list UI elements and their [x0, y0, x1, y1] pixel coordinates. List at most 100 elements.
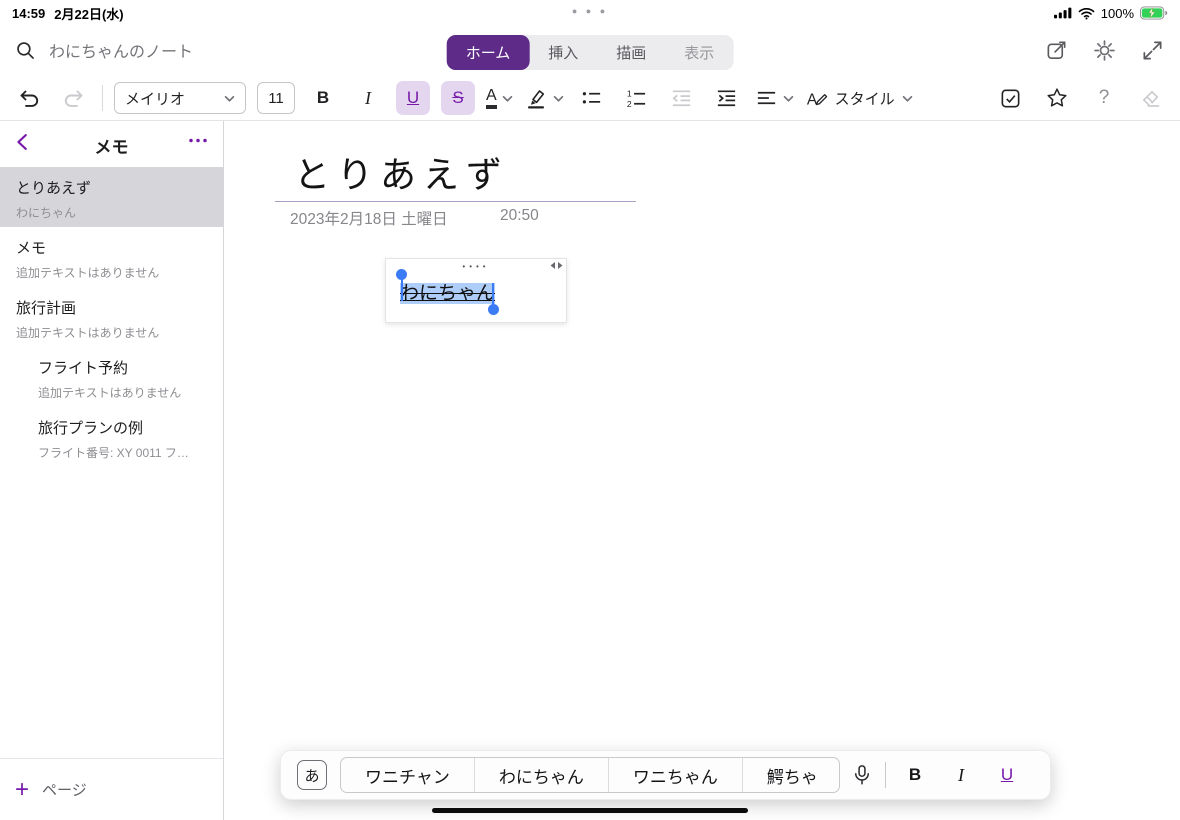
- suggestion-strip: ワニチャン わにちゃん ワニちゃん 鰐ちゃ: [340, 757, 840, 793]
- alignment-button[interactable]: [755, 87, 794, 110]
- expand-fullscreen-icon[interactable]: [1141, 39, 1164, 62]
- note-canvas[interactable]: とりあえず 2023年2月18日 土曜日 20:50 •••• わにちゃん: [225, 121, 1180, 820]
- ribbon-right-group: ?: [993, 81, 1168, 115]
- sidebar-header: メモ: [0, 121, 223, 165]
- strikethrough-button[interactable]: S: [441, 81, 475, 115]
- shortcut-bar-divider: [885, 762, 886, 788]
- suggestion-candidate[interactable]: ワニちゃん: [608, 758, 742, 792]
- battery-percent: 100%: [1101, 6, 1134, 21]
- add-page-button[interactable]: + ページ: [0, 758, 223, 820]
- todo-tag-icon[interactable]: [993, 81, 1027, 115]
- tab-view[interactable]: 表示: [665, 35, 733, 70]
- star-tag-icon[interactable]: [1040, 81, 1074, 115]
- page-title[interactable]: とりあえず: [294, 146, 509, 198]
- nav-bar: わにちゃんのノート ホーム 挿入 描画 表示: [0, 24, 1180, 76]
- page-item-title: メモ: [16, 237, 207, 258]
- svg-text:1: 1: [627, 88, 632, 98]
- page-item-subtitle: 追加テキストはありません: [16, 264, 207, 281]
- tab-home[interactable]: ホーム: [447, 35, 530, 70]
- highlighter-icon: [524, 86, 548, 110]
- search-icon[interactable]: [15, 40, 36, 61]
- page-item-subtitle: わにちゃん: [16, 204, 207, 221]
- page-item-title: フライト予約: [38, 357, 207, 378]
- sidebar-page-item[interactable]: 旅行プランの例 フライト番号: XY 0011 フ…: [0, 407, 223, 467]
- note-text-block[interactable]: わにちゃん: [386, 274, 566, 309]
- onenote-app-screen: 14:59 2月22日(水) ● ● ● 100% わにちゃんのノート ホーム: [0, 0, 1180, 820]
- redo-icon[interactable]: [57, 81, 91, 115]
- status-right: 100%: [1054, 6, 1168, 21]
- sidebar-page-item[interactable]: 旅行計画 追加テキストはありません: [0, 287, 223, 347]
- style-a-pencil-icon: A: [805, 87, 828, 110]
- add-page-label: ページ: [42, 779, 87, 800]
- home-indicator[interactable]: [432, 808, 748, 813]
- outdent-icon[interactable]: [665, 81, 699, 115]
- selected-text[interactable]: わにちゃん: [400, 283, 495, 304]
- sidebar-page-item[interactable]: とりあえず わにちゃん: [0, 167, 223, 227]
- undo-icon[interactable]: [12, 81, 46, 115]
- selection-handle-end[interactable]: [488, 304, 499, 315]
- quick-bold-button[interactable]: B: [898, 765, 932, 785]
- selection-handle-start-line[interactable]: [401, 279, 403, 301]
- font-color-button[interactable]: A: [486, 88, 513, 109]
- status-date: 2月22日(水): [54, 4, 123, 23]
- kana-input-mode-key[interactable]: あ: [297, 760, 327, 790]
- quick-underline-button[interactable]: U: [990, 765, 1024, 785]
- container-drag-handle[interactable]: ••••: [386, 259, 566, 274]
- chevron-down-icon: [553, 95, 564, 102]
- toolbar-divider: [102, 85, 103, 111]
- font-size-select[interactable]: 11: [257, 82, 295, 114]
- page-item-subtitle: フライト番号: XY 0011 フ…: [38, 444, 207, 461]
- container-nav-arrows-icon[interactable]: [549, 261, 564, 270]
- suggestion-candidate[interactable]: 鰐ちゃ: [742, 758, 840, 792]
- formatting-toolbar: メイリオ 11 B I U S A 12: [0, 76, 1180, 121]
- tab-insert[interactable]: 挿入: [529, 35, 597, 70]
- more-options-icon[interactable]: [187, 137, 209, 144]
- sidebar-page-item[interactable]: メモ 追加テキストはありません: [0, 227, 223, 287]
- title-underline: [275, 201, 636, 202]
- suggestion-candidate[interactable]: わにちゃん: [474, 758, 608, 792]
- chevron-down-icon: [224, 95, 235, 102]
- status-time: 14:59: [12, 6, 45, 21]
- page-time: 20:50: [500, 207, 539, 225]
- tab-draw[interactable]: 描画: [597, 35, 665, 70]
- eraser-icon[interactable]: [1134, 81, 1168, 115]
- signal-bars-icon: [1054, 7, 1072, 19]
- underline-button[interactable]: U: [396, 81, 430, 115]
- notebook-name[interactable]: わにちゃんのノート: [49, 38, 193, 62]
- dictation-mic-icon[interactable]: [852, 763, 872, 787]
- bullet-list-icon[interactable]: [575, 81, 609, 115]
- page-item-title: 旅行プランの例: [38, 417, 207, 438]
- styles-button[interactable]: A スタイル: [805, 87, 913, 110]
- quick-italic-button[interactable]: I: [944, 765, 978, 786]
- bold-button[interactable]: B: [306, 81, 340, 115]
- nav-right: [1045, 24, 1164, 76]
- chevron-down-icon: [502, 95, 513, 102]
- help-button[interactable]: ?: [1087, 87, 1121, 109]
- font-name-select[interactable]: メイリオ: [114, 82, 246, 114]
- indent-icon[interactable]: [710, 81, 744, 115]
- text-container[interactable]: •••• わにちゃん: [385, 258, 567, 323]
- numbered-list-icon[interactable]: 12: [620, 81, 654, 115]
- font-color-a-icon: A: [486, 88, 497, 109]
- status-left: 14:59 2月22日(水): [12, 4, 124, 23]
- page-item-title: 旅行計画: [16, 297, 207, 318]
- font-name-value: メイリオ: [125, 88, 185, 109]
- svg-text:A: A: [807, 91, 818, 108]
- suggestion-candidate[interactable]: ワニチャン: [341, 758, 474, 792]
- highlighter-button[interactable]: [524, 86, 564, 110]
- italic-button[interactable]: I: [351, 81, 385, 115]
- battery-charging-icon: [1140, 6, 1168, 20]
- page-list-sidebar: メモ とりあえず わにちゃん メモ 追加テキストはありません 旅行計画 追加テキ…: [0, 121, 224, 820]
- selection-handle-end-line[interactable]: [492, 283, 494, 305]
- share-icon[interactable]: [1045, 39, 1068, 62]
- sidebar-page-item[interactable]: フライト予約 追加テキストはありません: [0, 347, 223, 407]
- page-item-subtitle: 追加テキストはありません: [16, 324, 207, 341]
- plus-icon: +: [15, 778, 29, 802]
- page-item-subtitle: 追加テキストはありません: [38, 384, 207, 401]
- chevron-down-icon: [902, 95, 913, 102]
- page-list: とりあえず わにちゃん メモ 追加テキストはありません 旅行計画 追加テキストは…: [0, 167, 223, 467]
- page-item-title: とりあえず: [16, 177, 207, 198]
- ribbon-tab-strip: ホーム 挿入 描画 表示: [447, 35, 734, 70]
- status-bar: 14:59 2月22日(水) ● ● ● 100%: [0, 0, 1180, 24]
- settings-gear-icon[interactable]: [1093, 39, 1116, 62]
